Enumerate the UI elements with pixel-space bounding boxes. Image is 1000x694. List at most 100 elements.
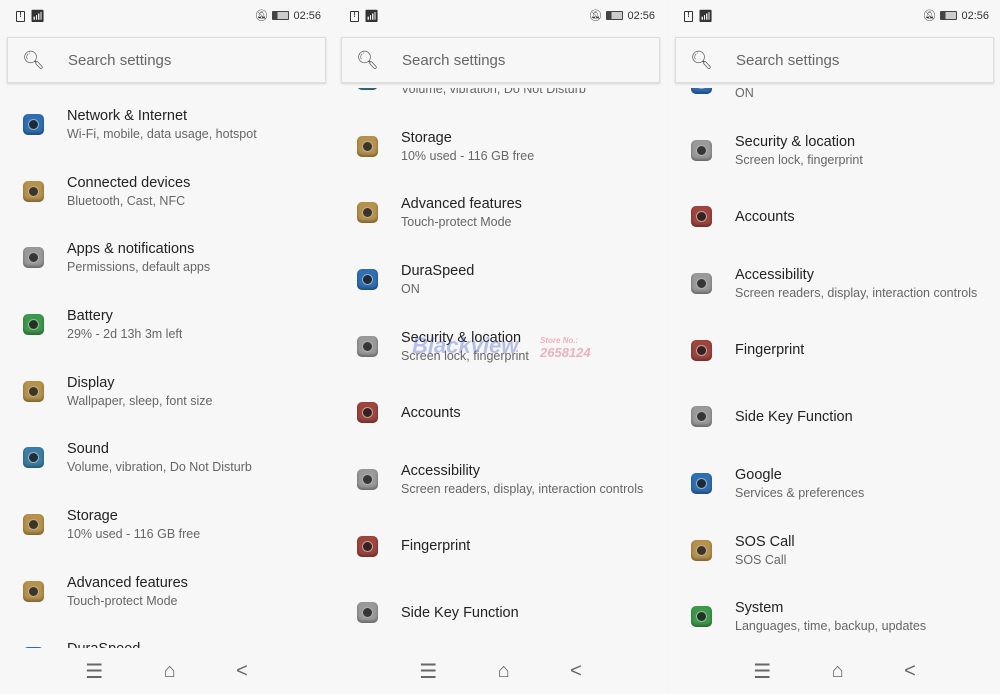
search-bar[interactable]: 🔍︎ Search settings bbox=[341, 37, 660, 83]
battery-status-icon bbox=[272, 11, 290, 20]
clock: 02:56 bbox=[293, 9, 321, 22]
search-icon: 🔍︎ bbox=[690, 49, 713, 70]
search-placeholder: Search settings bbox=[402, 51, 506, 69]
clock: 02:56 bbox=[961, 9, 989, 22]
item-subtitle: 10% used - 116 GB free bbox=[401, 148, 535, 163]
status-bar: ! 📶︎ 🔕︎ 02:56 bbox=[334, 0, 667, 32]
item-subtitle: Services & preferences bbox=[735, 485, 865, 500]
battery-icon bbox=[23, 313, 44, 335]
lock-icon bbox=[691, 139, 712, 161]
item-subtitle: Permissions, default apps bbox=[67, 260, 211, 275]
settings-item[interactable]: System Languages, time, backup, updates bbox=[668, 584, 1000, 651]
settings-item[interactable]: Apps & notifications Permissions, default… bbox=[0, 224, 333, 291]
settings-item[interactable]: Fingerprint bbox=[668, 317, 1000, 384]
settings-item[interactable]: Accessibility Screen readers, display, in… bbox=[668, 250, 1000, 317]
sim-alert-icon: ! bbox=[684, 10, 693, 22]
item-title: Side Key Function bbox=[401, 604, 519, 621]
item-title: Sound bbox=[67, 441, 109, 458]
item-title: DuraSpeed bbox=[401, 262, 475, 279]
navigation-bar: ☰ ⌂ < bbox=[334, 648, 667, 694]
search-icon: 🔍︎ bbox=[356, 49, 379, 70]
settings-list: DuraSpeedON Security & locationScreen lo… bbox=[668, 50, 1000, 650]
item-title: SOS Call bbox=[735, 533, 795, 550]
settings-item[interactable]: Sound Volume, vibration, Do Not Disturb bbox=[0, 424, 333, 491]
item-title: Apps & notifications bbox=[67, 241, 195, 258]
settings-item[interactable]: Security & location Screen lock, fingerpr… bbox=[668, 117, 1000, 184]
item-subtitle: Screen readers, display, interaction con… bbox=[735, 285, 978, 300]
settings-item[interactable]: Side Key Function bbox=[668, 383, 1000, 450]
settings-item[interactable]: Accessibility Screen readers, display, in… bbox=[334, 446, 667, 513]
accessibility-icon bbox=[691, 272, 712, 294]
item-title: Accounts bbox=[401, 404, 461, 421]
settings-item[interactable]: Accounts bbox=[334, 379, 667, 446]
watermark-store-label: Store No.: bbox=[540, 336, 579, 345]
accessibility-icon bbox=[357, 468, 378, 490]
display-icon bbox=[23, 380, 44, 402]
sos-icon bbox=[691, 539, 712, 561]
item-subtitle: Wi-Fi, mobile, data usage, hotspot bbox=[67, 126, 257, 141]
side-key-icon bbox=[691, 406, 712, 428]
item-title: Connected devices bbox=[67, 174, 191, 191]
mute-icon: 🔕︎ bbox=[588, 10, 603, 22]
system-icon bbox=[691, 606, 712, 628]
wifi-icon: 📶︎ bbox=[698, 9, 714, 23]
watermark-store: Store No.: 2658124 bbox=[540, 335, 591, 359]
item-title: Battery bbox=[67, 307, 113, 324]
navigation-bar: ☰ ⌂ < bbox=[0, 648, 333, 694]
menu-button[interactable]: ☰ bbox=[85, 659, 103, 684]
settings-item[interactable]: Fingerprint bbox=[334, 513, 667, 580]
search-placeholder: Search settings bbox=[736, 51, 840, 69]
battery-status-icon bbox=[606, 11, 624, 20]
settings-list: Network & Internet Wi-Fi, mobile, data us… bbox=[0, 91, 333, 691]
back-button[interactable]: < bbox=[570, 660, 582, 683]
search-bar[interactable]: 🔍︎ Search settings bbox=[675, 37, 994, 83]
item-title: Storage bbox=[401, 129, 452, 146]
settings-item[interactable]: Side Key Function bbox=[334, 580, 667, 647]
item-subtitle: 10% used - 116 GB free bbox=[67, 526, 201, 541]
item-title: Advanced features bbox=[67, 574, 188, 591]
settings-screen-1: ! 📶︎ 🔕︎ 02:56 🔍︎ Search settings Network & … bbox=[0, 0, 333, 694]
duraspeed-icon bbox=[357, 268, 378, 290]
back-button[interactable]: < bbox=[904, 660, 916, 683]
fingerprint-icon bbox=[357, 535, 378, 557]
settings-item[interactable]: Network & Internet Wi-Fi, mobile, data us… bbox=[0, 91, 333, 158]
google-icon bbox=[691, 472, 712, 494]
advanced-icon bbox=[357, 202, 378, 224]
home-button[interactable]: ⌂ bbox=[832, 660, 844, 683]
item-subtitle: Touch-protect Mode bbox=[401, 215, 512, 230]
item-title: Accessibility bbox=[735, 266, 814, 283]
menu-button[interactable]: ☰ bbox=[753, 659, 771, 684]
settings-item[interactable]: DuraSpeed ON bbox=[334, 246, 667, 313]
settings-item[interactable]: Storage 10% used - 116 GB free bbox=[334, 113, 667, 180]
back-button[interactable]: < bbox=[236, 660, 248, 683]
settings-item[interactable]: Display Wallpaper, sleep, font size bbox=[0, 358, 333, 425]
settings-item[interactable]: Advanced features Touch-protect Mode bbox=[0, 558, 333, 625]
settings-item[interactable]: Google Services & preferences bbox=[668, 450, 1000, 517]
status-bar: ! 📶︎ 🔕︎ 02:56 bbox=[668, 0, 1000, 32]
item-subtitle: Languages, time, backup, updates bbox=[735, 619, 927, 634]
settings-item[interactable]: Connected devices Bluetooth, Cast, NFC bbox=[0, 158, 333, 225]
item-title: Storage bbox=[67, 507, 118, 524]
home-button[interactable]: ⌂ bbox=[164, 660, 176, 683]
item-title: Display bbox=[67, 374, 115, 391]
devices-icon bbox=[23, 180, 44, 202]
item-title: Advanced features bbox=[401, 196, 522, 213]
settings-item[interactable]: Advanced features Touch-protect Mode bbox=[334, 179, 667, 246]
settings-screen-3: ! 📶︎ 🔕︎ 02:56 🔍︎ Search settings DuraSpeedO… bbox=[668, 0, 1000, 694]
settings-item[interactable]: Storage 10% used - 116 GB free bbox=[0, 491, 333, 558]
item-title: Network & Internet bbox=[67, 107, 188, 124]
settings-item[interactable]: Accounts bbox=[668, 183, 1000, 250]
status-bar: ! 📶︎ 🔕︎ 02:56 bbox=[0, 0, 333, 32]
search-bar[interactable]: 🔍︎ Search settings bbox=[7, 37, 326, 83]
settings-item[interactable]: Battery 29% - 2d 13h 3m left bbox=[0, 291, 333, 358]
item-subtitle: Touch-protect Mode bbox=[67, 593, 178, 608]
fingerprint-icon bbox=[691, 339, 712, 361]
item-subtitle: ON bbox=[401, 281, 420, 296]
menu-button[interactable]: ☰ bbox=[419, 659, 437, 684]
network-icon bbox=[23, 113, 44, 135]
item-subtitle: Screen lock, fingerprint bbox=[735, 152, 863, 167]
settings-item[interactable]: SOS Call SOS Call bbox=[668, 517, 1000, 584]
item-subtitle: Volume, vibration, Do Not Disturb bbox=[67, 460, 252, 475]
accounts-icon bbox=[357, 402, 378, 424]
home-button[interactable]: ⌂ bbox=[498, 660, 510, 683]
